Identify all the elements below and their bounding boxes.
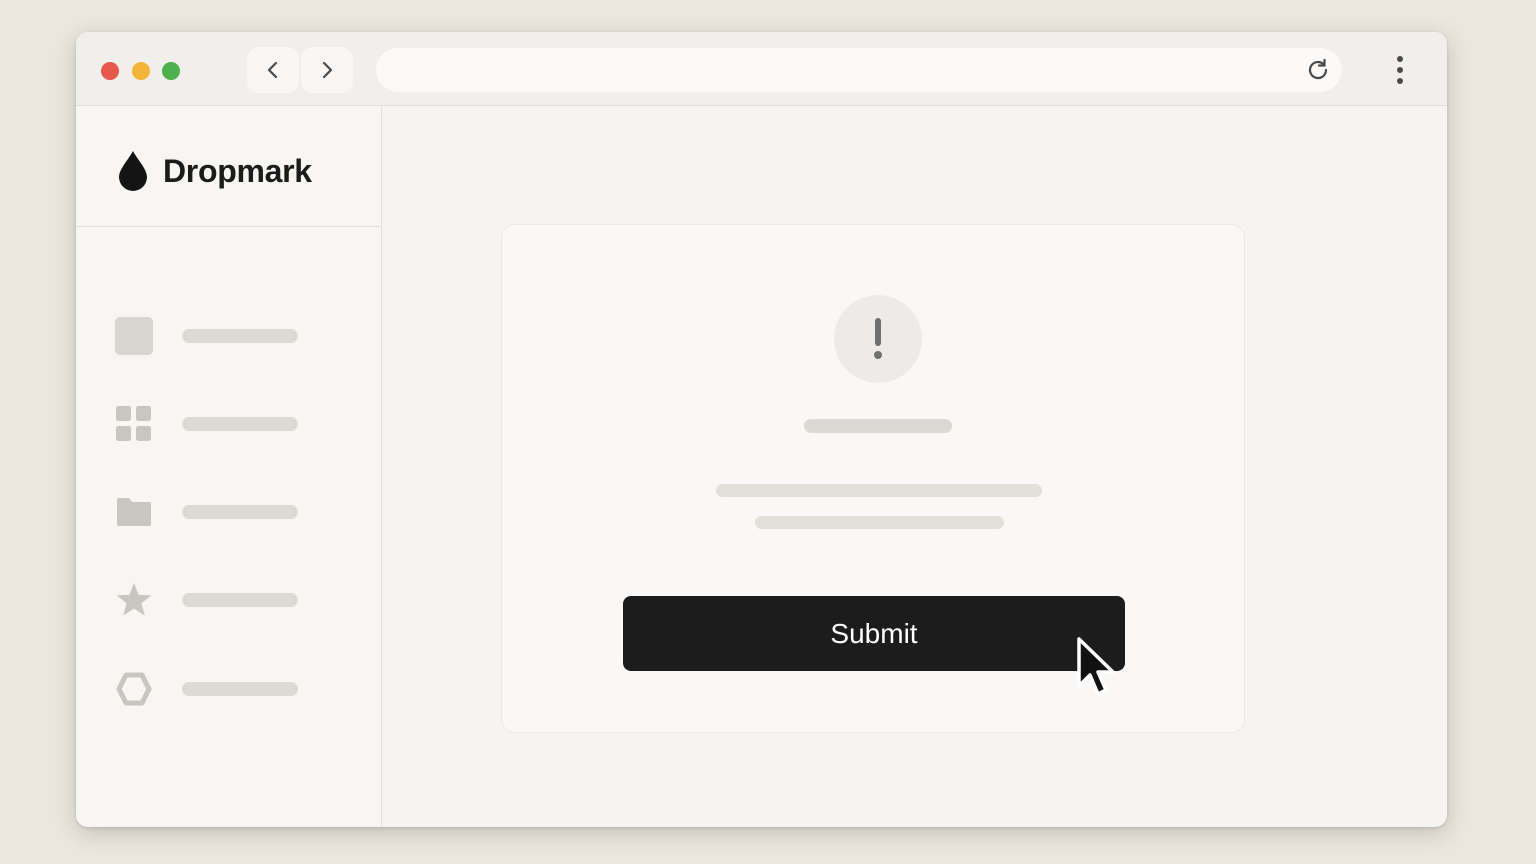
more-menu-button[interactable] <box>1386 52 1414 88</box>
sidebar-item-2[interactable] <box>114 400 344 444</box>
sidebar-item-4[interactable] <box>114 576 344 620</box>
browser-window: Dropmark Submit <box>76 32 1447 827</box>
sidebar-item-1[interactable] <box>114 312 344 356</box>
square-icon <box>114 316 154 356</box>
minimize-window-button[interactable] <box>132 62 150 80</box>
brand-header[interactable]: Dropmark <box>76 107 382 227</box>
close-window-button[interactable] <box>101 62 119 80</box>
sidebar-item-label-placeholder <box>182 417 298 431</box>
dialog-card: Submit <box>501 224 1245 733</box>
exclamation-icon <box>874 318 882 359</box>
reload-icon <box>1308 58 1328 80</box>
grid-icon <box>114 404 154 444</box>
dialog-text-placeholder <box>716 484 1042 497</box>
star-icon <box>114 580 154 620</box>
droplet-icon <box>119 151 147 191</box>
sidebar: Dropmark <box>76 107 382 827</box>
dialog-title-placeholder <box>804 419 952 433</box>
dialog-text-placeholder <box>755 516 1004 529</box>
address-bar[interactable] <box>376 48 1342 92</box>
sidebar-item-5[interactable] <box>114 665 344 709</box>
reload-button[interactable] <box>1304 56 1332 84</box>
brand-name: Dropmark <box>163 153 312 189</box>
submit-button[interactable]: Submit <box>623 596 1125 671</box>
sidebar-item-label-placeholder <box>182 682 298 696</box>
sidebar-item-3[interactable] <box>114 488 344 532</box>
sidebar-item-label-placeholder <box>182 329 298 343</box>
mouse-pointer-icon <box>1077 637 1115 696</box>
more-vertical-icon <box>1397 56 1403 84</box>
chevron-left-icon <box>267 61 278 79</box>
browser-toolbar <box>76 32 1447 106</box>
sidebar-item-label-placeholder <box>182 505 298 519</box>
hexagon-icon <box>114 669 154 709</box>
folder-icon <box>114 492 154 532</box>
forward-button[interactable] <box>301 47 353 93</box>
back-button[interactable] <box>247 47 299 93</box>
alert-badge <box>834 295 922 383</box>
chevron-right-icon <box>322 61 333 79</box>
maximize-window-button[interactable] <box>162 62 180 80</box>
sidebar-item-label-placeholder <box>182 593 298 607</box>
